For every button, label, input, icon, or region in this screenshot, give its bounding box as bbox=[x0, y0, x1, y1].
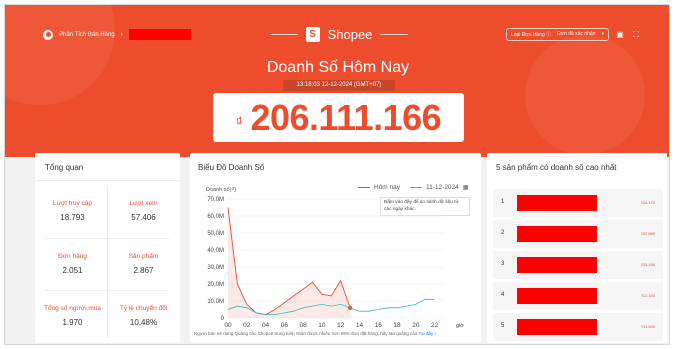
chevron-down-icon: › bbox=[120, 31, 123, 38]
x-tick-label: 00 bbox=[224, 322, 232, 329]
product-sales: ₫44.170 bbox=[640, 200, 655, 205]
x-tick-label: 18 bbox=[393, 322, 401, 329]
x-tick-label: 14 bbox=[356, 322, 364, 329]
redacted-product-name bbox=[517, 288, 597, 304]
ads-note: Người bán sử dụng Quảng cáo Shopee trung… bbox=[194, 331, 436, 336]
product-rank: 4 bbox=[501, 292, 505, 298]
product-rank: 3 bbox=[501, 261, 505, 267]
sales-value: 206.111.166 bbox=[250, 96, 442, 138]
divider bbox=[269, 33, 298, 35]
redacted-shop-name bbox=[128, 29, 191, 40]
metric-value: 1.970 bbox=[62, 318, 83, 327]
order-type-value: Đơn đã xác nhận bbox=[557, 31, 596, 37]
metric-label: Đơn hàng bbox=[58, 253, 87, 260]
currency-symbol: ₫ bbox=[235, 114, 243, 129]
metric-label: Sản phẩm bbox=[128, 253, 159, 260]
timestamp: 13:18:03 12-12-2024 (GMT+07) bbox=[283, 80, 395, 91]
x-tick-label: 04 bbox=[262, 322, 270, 329]
product-rank: 1 bbox=[501, 199, 505, 205]
x-tick-label: 08 bbox=[300, 322, 308, 329]
ads-note-text: Người bán sử dụng Quảng cáo Shopee trung… bbox=[194, 331, 418, 336]
y-axis-label: Doanh số(₫) bbox=[206, 187, 236, 193]
product-sales: ₫33.168 bbox=[640, 262, 655, 267]
page-title: Doanh Số Hôm Nay bbox=[266, 59, 410, 76]
brand: S Shopee bbox=[264, 24, 414, 44]
y-tick-label: 60,0M bbox=[207, 214, 224, 220]
x-tick-label: 06 bbox=[281, 322, 289, 329]
list-item[interactable]: 4 ₫12.150 bbox=[493, 282, 663, 310]
redacted-product-name bbox=[517, 195, 597, 211]
x-tick-label: 20 bbox=[412, 322, 420, 329]
list-item[interactable]: 1 ₫44.170 bbox=[493, 189, 663, 217]
metric-conversion: Tỷ lệ chuyển đổi 10,48% bbox=[109, 291, 178, 343]
x-tick-label: 22 bbox=[431, 322, 439, 329]
dashboard-frame: Phân Tích Bán Hàng › S Shopee Loại Đơn H… bbox=[4, 4, 670, 345]
save-icon[interactable]: ▣ bbox=[615, 30, 625, 39]
redacted-product-name bbox=[517, 257, 597, 273]
metric-label: Tỷ lệ chuyển đổi bbox=[119, 305, 168, 312]
metric-value: 57.406 bbox=[131, 213, 156, 222]
divider bbox=[107, 186, 108, 338]
overview-card: Tổng quan Lượt truy cập 18.793 Lượt xem … bbox=[35, 153, 180, 343]
avatar bbox=[43, 29, 53, 40]
brand-name: Shopee bbox=[327, 26, 373, 42]
y-tick-label: 20,0M bbox=[207, 282, 224, 288]
decor-circle bbox=[525, 35, 645, 155]
y-tick-label: 30,0M bbox=[207, 265, 224, 271]
y-tick-label: 40,0M bbox=[207, 248, 224, 254]
y-tick-label: 70,0M bbox=[207, 197, 224, 203]
order-type-select[interactable]: Loại Đơn Hàng ⓘ Đơn đã xác nhận ▾ bbox=[505, 28, 609, 41]
redacted-product-name bbox=[517, 319, 597, 335]
y-tick-label: 10,0M bbox=[207, 299, 224, 305]
product-rank: 5 bbox=[501, 323, 505, 329]
metric-products: Sản phẩm 2.867 bbox=[109, 239, 178, 291]
ads-note-link[interactable]: Tại đây ! bbox=[418, 331, 435, 336]
product-sales: ₫11.500 bbox=[641, 324, 655, 329]
order-type-label: Loại Đơn Hàng ⓘ bbox=[510, 32, 552, 38]
x-tick-label: 02 bbox=[243, 322, 251, 329]
decor-circle bbox=[5, 5, 115, 105]
metric-value: 10,48% bbox=[129, 318, 158, 327]
metric-visits: Lượt truy cập 18.793 bbox=[38, 186, 107, 238]
x-axis-label: giờ bbox=[456, 323, 464, 329]
metric-label: Lượt xem bbox=[129, 200, 158, 207]
metric-label: Lượt truy cập bbox=[53, 200, 92, 207]
divider bbox=[35, 180, 180, 181]
list-item[interactable]: 3 ₫33.168 bbox=[493, 251, 663, 279]
sales-chart-card: Biểu Đồ Doanh Số Hôm nay 11-12-2024 ▦ Bấ… bbox=[190, 153, 481, 343]
metric-buyers: Tổng số người mua 1.970 bbox=[38, 291, 107, 343]
shopee-logo-icon: S bbox=[305, 26, 320, 42]
product-sales: ₫12.150 bbox=[640, 293, 655, 298]
metric-value: 2.867 bbox=[133, 266, 154, 275]
x-tick-label: 10 bbox=[318, 322, 326, 329]
metric-label: Tổng số người mua bbox=[43, 305, 102, 312]
chevron-down-icon: ▾ bbox=[601, 31, 604, 37]
x-tick-label: 16 bbox=[375, 322, 383, 329]
fullscreen-icon[interactable]: ⛶ bbox=[631, 30, 641, 40]
shop-label: Phân Tích Bán Hàng bbox=[59, 31, 115, 38]
x-tick-label: 12 bbox=[337, 322, 345, 329]
sales-hero: Phân Tích Bán Hàng › S Shopee Loại Đơn H… bbox=[5, 5, 669, 157]
top-products-card: 5 sản phẩm có doanh số cao nhất 1 ₫44.17… bbox=[487, 153, 667, 343]
series-area-today bbox=[228, 207, 351, 318]
header-actions: Loại Đơn Hàng ⓘ Đơn đã xác nhận ▾ ▣ ⛶ bbox=[505, 28, 641, 41]
sales-line-chart: Doanh số(₫)010,0M20,0M30,0M40,0M50,0M60,… bbox=[206, 187, 464, 329]
product-rank: 2 bbox=[501, 230, 505, 236]
redacted-product-name bbox=[517, 226, 597, 242]
list-item[interactable]: 5 ₫11.500 bbox=[493, 313, 663, 341]
list-item[interactable]: 2 ₫37.869 bbox=[493, 220, 663, 248]
top-products-title: 5 sản phẩm có doanh số cao nhất bbox=[496, 163, 617, 172]
overview-title: Tổng quan bbox=[45, 163, 84, 172]
y-tick-label: 50,0M bbox=[207, 231, 224, 237]
product-sales: ₫37.869 bbox=[640, 231, 655, 236]
metric-views: Lượt xem 57.406 bbox=[109, 186, 178, 238]
divider bbox=[380, 33, 409, 35]
shop-selector[interactable]: Phân Tích Bán Hàng › bbox=[43, 29, 191, 40]
metric-orders: Đơn hàng 2.051 bbox=[38, 239, 107, 291]
sales-total: ₫ 206.111.166 bbox=[213, 93, 464, 142]
metric-value: 2.051 bbox=[62, 266, 83, 275]
metric-value: 18.793 bbox=[60, 213, 85, 222]
